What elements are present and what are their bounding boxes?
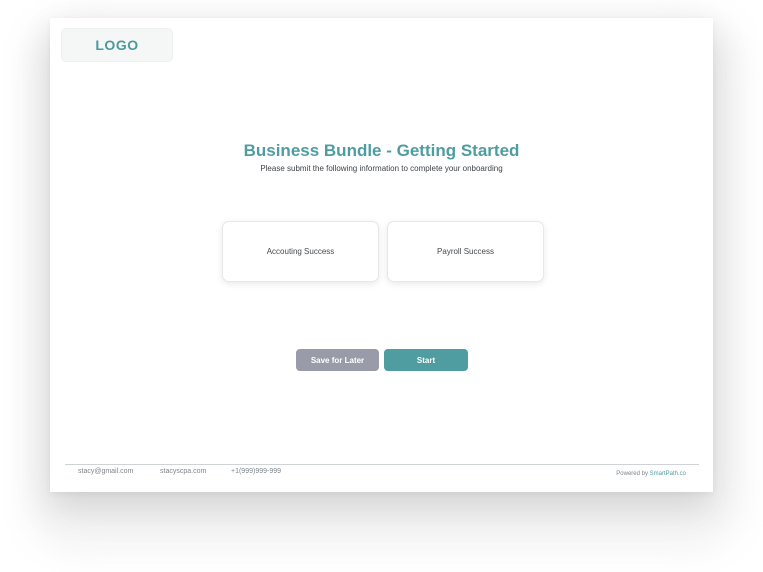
option-card-accounting-success[interactable]: Accouting Success	[222, 221, 379, 282]
start-button[interactable]: Start	[384, 349, 468, 371]
powered-by-brand-link[interactable]: SmartPath.co	[650, 471, 686, 477]
footer-phone[interactable]: +1(999)999-999	[231, 468, 281, 475]
page-title: Business Bundle - Getting Started	[243, 141, 520, 160]
option-card-payroll-success[interactable]: Payroll Success	[387, 221, 544, 282]
logo: LOGO	[61, 28, 173, 62]
powered-by: Powered by SmartPath.co	[616, 471, 686, 477]
save-for-later-button[interactable]: Save for Later	[296, 349, 379, 371]
onboarding-card: LOGO Business Bundle - Getting Started P…	[50, 18, 713, 492]
footer-website[interactable]: stacyscpa.com	[160, 468, 206, 475]
footer-email[interactable]: stacy@gmail.com	[78, 468, 133, 475]
page-subtitle: Please submit the following information …	[260, 164, 503, 173]
footer-divider	[65, 464, 699, 465]
powered-by-prefix: Powered by	[616, 471, 650, 477]
option-card-label: Payroll Success	[437, 247, 494, 256]
option-card-label: Accouting Success	[266, 247, 335, 256]
